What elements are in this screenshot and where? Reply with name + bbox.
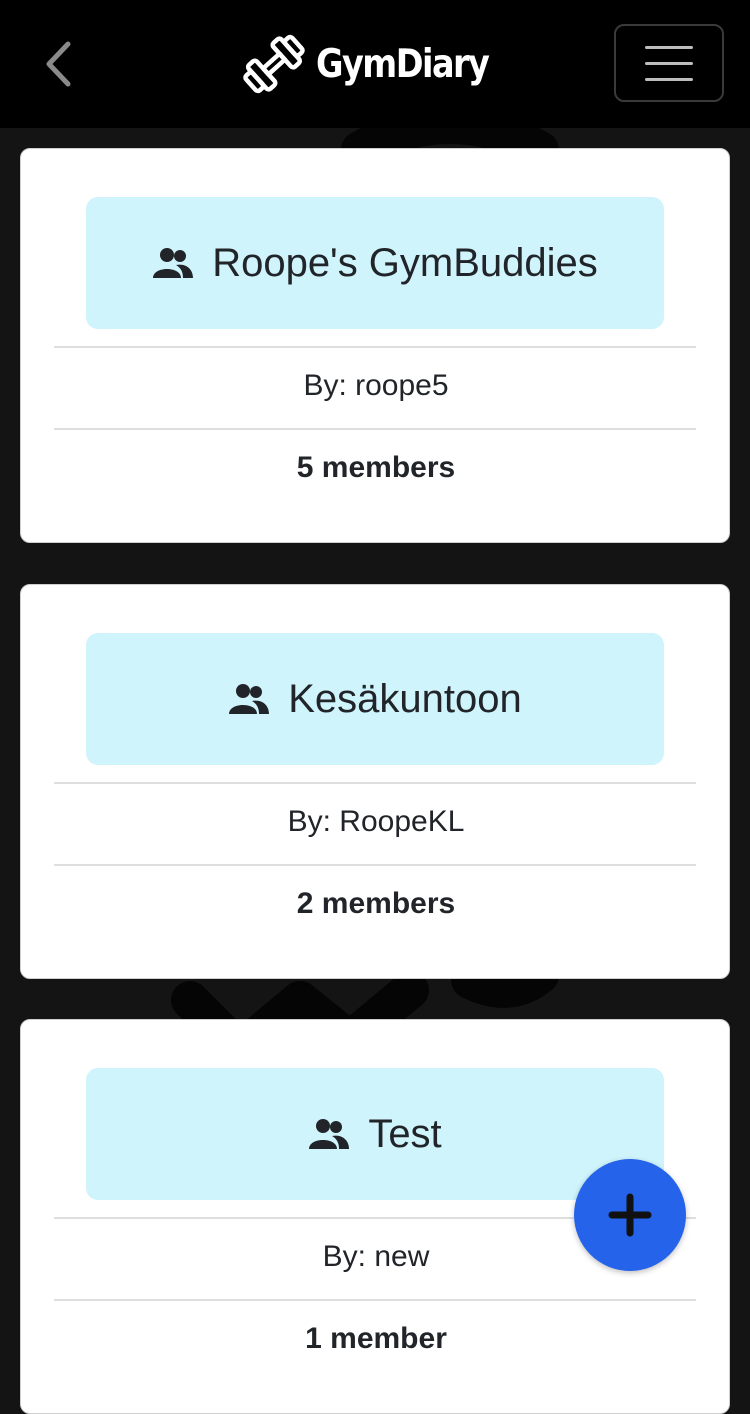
hamburger-menu-icon	[645, 45, 693, 49]
group-member-count: 1 member	[305, 1322, 447, 1355]
divider	[54, 782, 696, 784]
divider	[54, 428, 696, 430]
group-card[interactable]: Roope's GymBuddies By: roope5 5 members	[20, 148, 730, 543]
group-title-box[interactable]: Test	[86, 1068, 664, 1200]
users-icon	[229, 684, 270, 714]
hamburger-menu-icon-line	[645, 77, 693, 81]
group-member-count: 2 members	[296, 887, 456, 920]
back-button[interactable]	[30, 34, 86, 94]
add-group-button[interactable]	[574, 1159, 686, 1271]
group-creator: By: roope5	[303, 369, 449, 402]
group-card[interactable]: Kesäkuntoon By: RoopeKL 2 members	[20, 584, 730, 979]
group-list: Roope's GymBuddies By: roope5 5 members …	[0, 0, 750, 1414]
users-icon	[309, 1119, 350, 1149]
divider	[54, 346, 696, 348]
plus-icon	[608, 1193, 652, 1237]
group-creator: By: RoopeKL	[287, 805, 465, 838]
group-name: Roope's GymBuddies	[212, 240, 598, 285]
group-title-box[interactable]: Roope's GymBuddies	[86, 197, 664, 329]
group-member-count: 5 members	[296, 451, 456, 484]
group-name: Test	[368, 1111, 442, 1156]
users-icon	[153, 248, 194, 278]
brand-logo[interactable]: GymDiary	[240, 26, 516, 102]
navbar: GymDiary	[0, 0, 750, 128]
menu-toggle-button[interactable]	[614, 24, 724, 102]
brand-name: GymDiary	[316, 41, 490, 87]
group-name: Kesäkuntoon	[288, 676, 522, 721]
divider	[54, 864, 696, 866]
chevron-left-icon	[46, 41, 71, 87]
hamburger-menu-icon-line	[645, 61, 693, 65]
dumbbell-icon	[243, 34, 305, 94]
group-title-box[interactable]: Kesäkuntoon	[86, 633, 664, 765]
divider	[54, 1299, 696, 1301]
